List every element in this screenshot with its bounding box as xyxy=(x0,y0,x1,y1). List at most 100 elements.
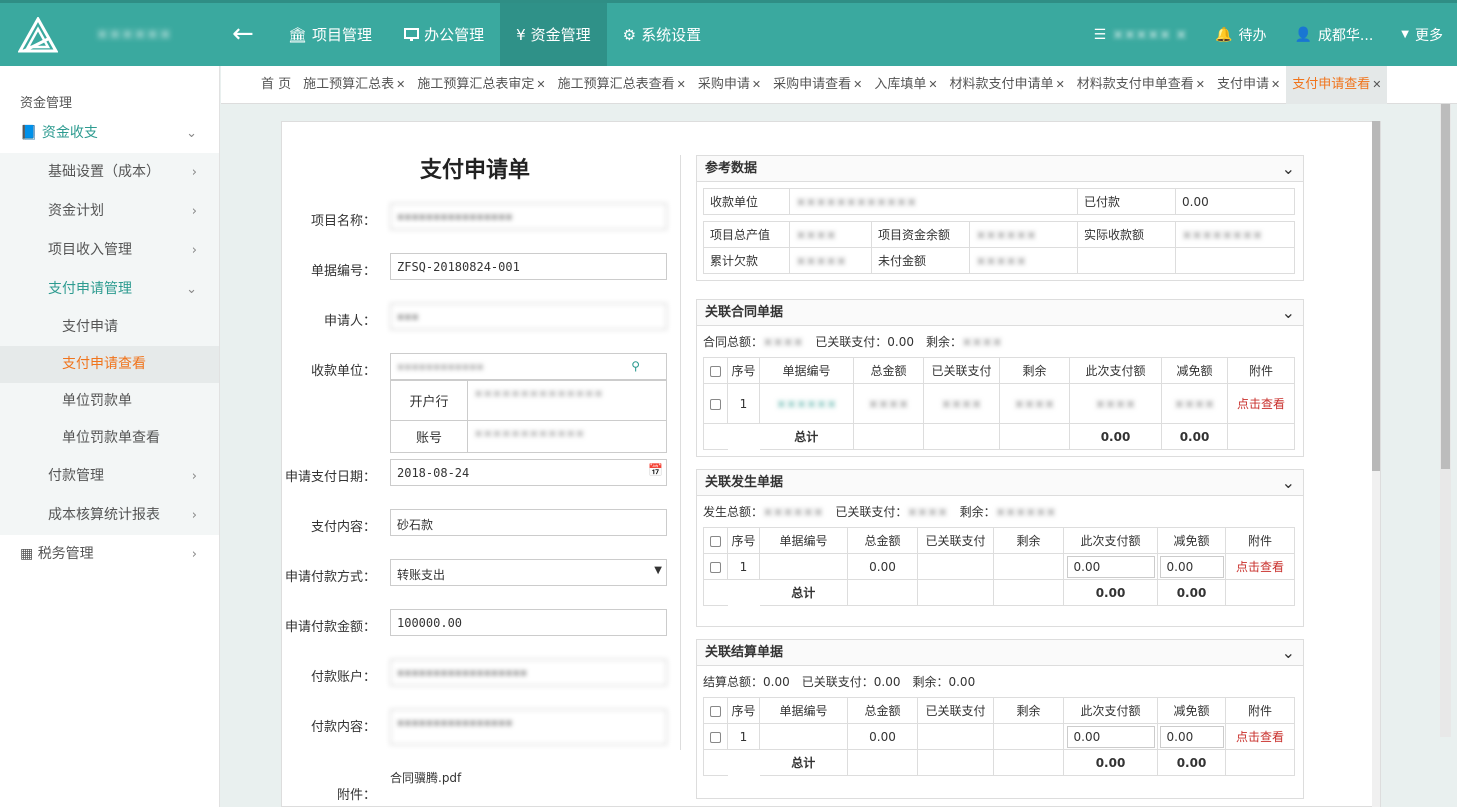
tab-home[interactable]: 首 页 xyxy=(255,66,297,104)
close-icon[interactable]: ✕ xyxy=(1056,78,1065,91)
sidebar-item-basic-settings[interactable]: 基础设置（成本） › xyxy=(0,153,219,192)
tab-purchase-request[interactable]: 采购申请 ✕ xyxy=(692,66,767,104)
sidebar-item-payment-request-view[interactable]: 支付申请查看 xyxy=(0,346,219,383)
select-all-checkbox[interactable] xyxy=(703,357,728,384)
pay-account-field[interactable]: ×××××××××××××××××× xyxy=(390,659,667,686)
sidebar-item-payment-request-mgmt[interactable]: 支付申请管理 ⌄ xyxy=(0,270,219,309)
tab-material-payment-view[interactable]: 材料款支付申单查看 ✕ xyxy=(1071,66,1211,104)
total-pay: 0.00 xyxy=(1063,579,1158,606)
more-button[interactable]: ▼ 更多 xyxy=(1401,25,1443,45)
payment-method-select[interactable]: 转账支出 ▼ xyxy=(390,559,667,586)
payment-content-field[interactable]: 砂石款 xyxy=(390,509,667,536)
row-checkbox[interactable] xyxy=(703,383,728,424)
page-scrollbar-thumb[interactable] xyxy=(1441,104,1450,469)
sidebar-item-payment-request[interactable]: 支付申请 xyxy=(0,309,219,346)
reduce-amount-input[interactable]: ×××× xyxy=(1161,383,1228,424)
tab-material-payment[interactable]: 材料款支付申请单 ✕ xyxy=(944,66,1071,104)
label-applicant: 申请人： xyxy=(323,314,376,329)
sidebar-item-penalty-view[interactable]: 单位罚款单查看 xyxy=(0,420,219,457)
chevron-down-icon[interactable]: ⌄ xyxy=(1282,156,1295,182)
close-icon[interactable]: ✕ xyxy=(928,78,937,91)
close-icon[interactable]: ✕ xyxy=(536,78,545,91)
col-header: 单据编号 xyxy=(759,527,848,554)
view-attachment-link[interactable]: 点击查看 xyxy=(1225,723,1295,750)
nav-system-settings[interactable]: ⚙ 系统设置 xyxy=(607,3,717,66)
sidebar-item-payment-mgmt[interactable]: 付款管理 › xyxy=(0,457,219,496)
chevron-down-icon[interactable]: ⌄ xyxy=(1282,640,1295,666)
user-menu[interactable]: 👤 成都华... xyxy=(1295,25,1374,45)
tab-label: 施工预算汇总表查看 xyxy=(557,77,675,92)
pay-amount-input[interactable]: 0.00 xyxy=(1066,555,1155,578)
sidebar-item-income[interactable]: 项目收入管理 › xyxy=(0,231,219,270)
row-checkbox[interactable] xyxy=(703,723,728,750)
page-scrollbar[interactable] xyxy=(1440,104,1451,737)
col-header: 剩余 xyxy=(999,357,1070,384)
project-name-field[interactable]: ×××××××××××××××× xyxy=(390,203,667,230)
select-all-checkbox[interactable] xyxy=(703,527,728,554)
nav-fund-management[interactable]: ¥ 资金管理 xyxy=(500,3,607,66)
contract-header[interactable]: 关联合同单据 ⌄ xyxy=(697,300,1303,326)
close-icon[interactable]: ✕ xyxy=(1372,78,1381,91)
content-scrollbar[interactable] xyxy=(1372,121,1380,807)
pay-amount-input[interactable]: 0.00 xyxy=(1066,725,1155,748)
close-icon[interactable]: ✕ xyxy=(1196,78,1205,91)
summary-value: ×××××× xyxy=(995,505,1056,519)
bank-field[interactable]: ×××××××××××××× xyxy=(468,381,666,420)
tab-payment-request-view[interactable]: 支付申请查看 ✕ xyxy=(1286,66,1388,104)
tab-budget-audit[interactable]: 施工预算汇总表审定 ✕ xyxy=(411,66,551,104)
col-header: 剩余 xyxy=(993,697,1064,724)
sidebar-item-cost-report[interactable]: 成本核算统计报表 › xyxy=(0,496,219,535)
settlement-header[interactable]: 关联结算单据 ⌄ xyxy=(697,640,1303,666)
view-attachment-link[interactable]: 点击查看 xyxy=(1225,553,1295,580)
summary-label: 已关联支付： xyxy=(835,505,908,519)
tab-budget-view[interactable]: 施工预算汇总表查看 ✕ xyxy=(552,66,692,104)
row-checkbox[interactable] xyxy=(703,553,728,580)
contract-table: 序号 单据编号 总金额 已关联支付 剩余 此次支付额 减免额 附件 1 ××××… xyxy=(703,357,1295,450)
pay-amount-input[interactable]: ×××× xyxy=(1069,383,1162,424)
chevron-down-icon[interactable]: ⌄ xyxy=(1282,470,1295,496)
occurrence-header[interactable]: 关联发生单据 ⌄ xyxy=(697,470,1303,496)
tab-budget-summary[interactable]: 施工预算汇总表 ✕ xyxy=(297,66,411,104)
attachment-file[interactable]: 合同骥腾.pdf xyxy=(390,769,461,786)
tab-payment-request[interactable]: 支付申请 ✕ xyxy=(1211,66,1286,104)
sidebar-group-fund[interactable]: 📘 资金收支 ⌄ xyxy=(0,114,219,153)
content-scrollbar-thumb[interactable] xyxy=(1372,121,1380,471)
close-icon[interactable]: ✕ xyxy=(677,78,686,91)
todo-button[interactable]: 🔔 待办 xyxy=(1215,25,1266,45)
sidebar-item-fund-plan[interactable]: 资金计划 › xyxy=(0,192,219,231)
back-arrow-icon[interactable]: ← xyxy=(232,19,254,49)
doc-number-field[interactable]: ZFSQ-20180824-001 xyxy=(390,253,667,280)
payee-field[interactable]: ×××××××××××× ⚲ xyxy=(390,353,667,380)
reduce-amount-input[interactable]: 0.00 xyxy=(1159,555,1224,578)
view-attachment-link[interactable]: 点击查看 xyxy=(1227,383,1295,424)
account-field[interactable]: ×××××××××××× xyxy=(468,421,666,452)
select-all-checkbox[interactable] xyxy=(703,697,728,724)
ref-value: 0.00 xyxy=(1175,188,1295,215)
pay-content-textarea[interactable]: ×××××××××××××××× xyxy=(390,709,667,745)
cell-doc-link[interactable]: ×××××× xyxy=(759,383,854,424)
amount-field[interactable]: 100000.00 xyxy=(390,609,667,636)
close-icon[interactable]: ✕ xyxy=(752,78,761,91)
tab-stock-in[interactable]: 入库填单 ✕ xyxy=(868,66,943,104)
settlement-summary: 结算总额：0.00 已关联支付：0.00 剩余：0.00 xyxy=(697,666,1303,697)
tab-purchase-request-view[interactable]: 采购申请查看 ✕ xyxy=(767,66,868,104)
nav-project-management[interactable]: 🏛 项目管理 xyxy=(272,3,388,66)
summary-label: 已关联支付： xyxy=(801,675,874,689)
applicant-field[interactable]: ××× xyxy=(390,303,667,330)
reduce-amount-input[interactable]: 0.00 xyxy=(1159,725,1224,748)
col-header: 此次支付额 xyxy=(1063,527,1158,554)
date-field[interactable]: 2018-08-24 📅 xyxy=(390,459,667,486)
close-icon[interactable]: ✕ xyxy=(396,78,405,91)
sidebar-group-tax[interactable]: ▦ 税务管理 › xyxy=(0,535,219,574)
close-icon[interactable]: ✕ xyxy=(1271,78,1280,91)
nav-office-management[interactable]: 办公管理 xyxy=(388,3,500,66)
search-icon[interactable]: ⚲ xyxy=(631,359,640,373)
label-account: 账号 xyxy=(391,421,468,452)
nav-label: 办公管理 xyxy=(424,26,485,44)
chevron-down-icon[interactable]: ⌄ xyxy=(1282,300,1295,326)
close-icon[interactable]: ✕ xyxy=(853,78,862,91)
sidebar-item-penalty[interactable]: 单位罚款单 xyxy=(0,383,219,420)
menu-button[interactable]: ☰ ××××× × xyxy=(1094,27,1187,43)
reference-header[interactable]: 参考数据 ⌄ xyxy=(697,156,1303,182)
calendar-icon[interactable]: 📅 xyxy=(648,463,663,477)
